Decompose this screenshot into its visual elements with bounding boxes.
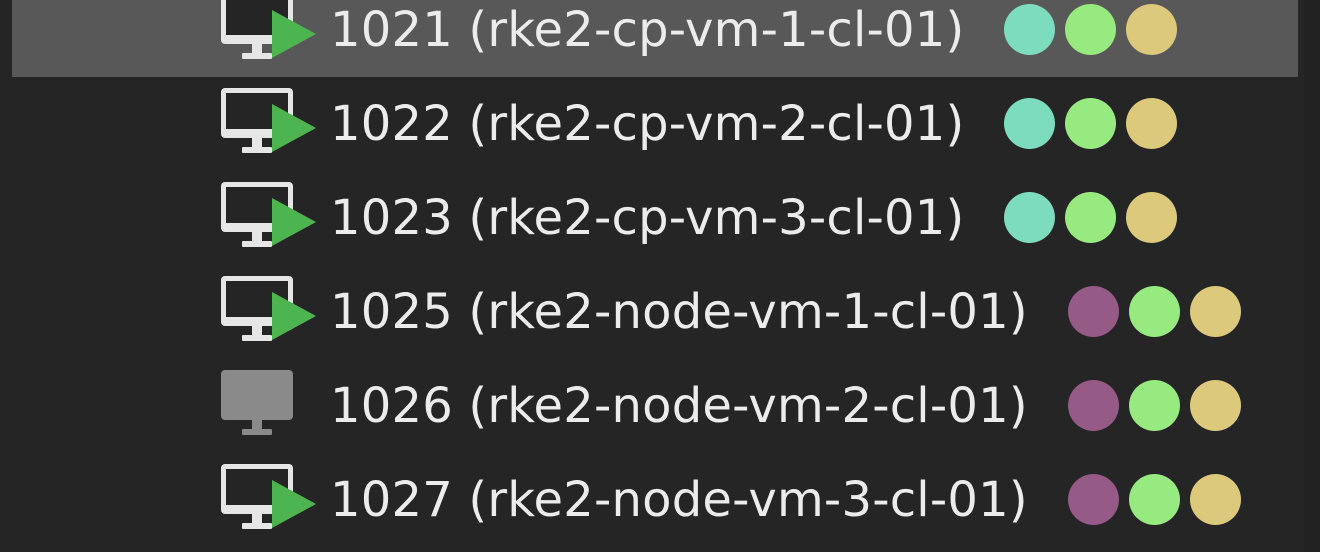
- tag-dot: [1190, 380, 1241, 431]
- vm-label: 1022 (rke2-cp-vm-2-cl-01): [330, 96, 965, 152]
- vm-tree-item[interactable]: 1027 (rke2-node-vm-3-cl-01): [0, 453, 1304, 547]
- vm-label: 1027 (rke2-node-vm-3-cl-01): [330, 472, 1028, 528]
- tag-dot: [1068, 286, 1119, 337]
- vm-tree-item[interactable]: 1023 (rke2-cp-vm-3-cl-01): [0, 171, 1304, 265]
- tag-dot: [1129, 286, 1180, 337]
- tag-dot: [1065, 192, 1116, 243]
- vm-tags: [1068, 474, 1241, 525]
- vm-tags: [1004, 192, 1177, 243]
- tag-dot: [1065, 98, 1116, 149]
- vm-tree-item[interactable]: 1022 (rke2-cp-vm-2-cl-01): [0, 77, 1304, 171]
- vm-tags: [1004, 4, 1177, 55]
- vm-tags: [1004, 98, 1177, 149]
- vm-tree-item[interactable]: 1026 (rke2-node-vm-2-cl-01): [0, 359, 1304, 453]
- tag-dot: [1068, 380, 1119, 431]
- vm-tree-list: 1021 (rke2-cp-vm-1-cl-01) 1022 (rke2-cp-v…: [0, 0, 1304, 547]
- vm-running-icon: [220, 275, 320, 349]
- tag-dot: [1068, 474, 1119, 525]
- vm-label: 1023 (rke2-cp-vm-3-cl-01): [330, 190, 965, 246]
- tag-dot: [1065, 4, 1116, 55]
- tag-dot: [1004, 98, 1055, 149]
- tag-dot: [1190, 286, 1241, 337]
- vm-label: 1021 (rke2-cp-vm-1-cl-01): [330, 2, 965, 58]
- vm-label: 1025 (rke2-node-vm-1-cl-01): [330, 284, 1028, 340]
- vm-tree-item[interactable]: 1021 (rke2-cp-vm-1-cl-01): [0, 0, 1304, 77]
- vm-label: 1026 (rke2-node-vm-2-cl-01): [330, 378, 1028, 434]
- vm-running-icon: [220, 87, 320, 161]
- tag-dot: [1129, 474, 1180, 525]
- vm-running-icon: [220, 181, 320, 255]
- vm-running-icon: [220, 463, 320, 537]
- tag-dot: [1126, 4, 1177, 55]
- tag-dot: [1004, 4, 1055, 55]
- tag-dot: [1129, 380, 1180, 431]
- tag-dot: [1126, 192, 1177, 243]
- vm-tags: [1068, 380, 1241, 431]
- vm-running-icon: [220, 0, 320, 67]
- panel-splitter[interactable]: [1304, 0, 1320, 552]
- vm-tags: [1068, 286, 1241, 337]
- tag-dot: [1004, 192, 1055, 243]
- resource-tree-panel: 1021 (rke2-cp-vm-1-cl-01) 1022 (rke2-cp-v…: [0, 0, 1306, 552]
- vm-stopped-icon: [220, 369, 320, 443]
- tag-dot: [1126, 98, 1177, 149]
- vm-tree-item[interactable]: 1025 (rke2-node-vm-1-cl-01): [0, 265, 1304, 359]
- tag-dot: [1190, 474, 1241, 525]
